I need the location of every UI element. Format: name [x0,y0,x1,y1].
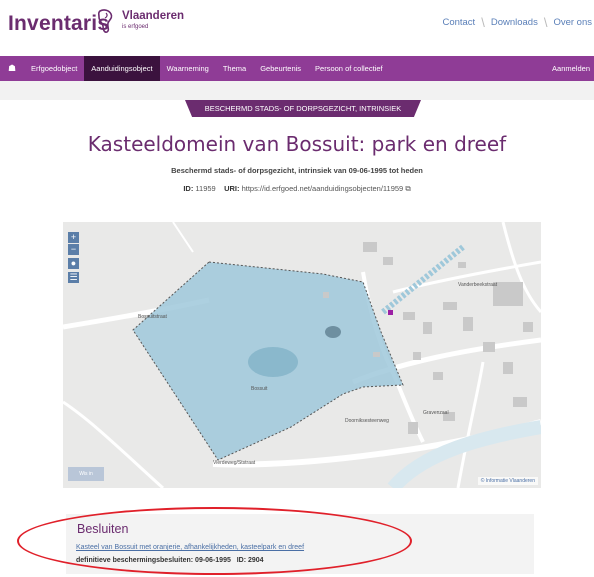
top-links: Contact \ Downloads \ Over ons [442,15,592,30]
zoom-out-button[interactable]: − [68,244,79,255]
besluiten-panel: Besluiten Kasteel van Bossuit met oranje… [66,514,534,574]
map-label-street: Vanderbeekstraat [458,282,498,288]
map-label-street: Bossuitstraat [138,314,167,320]
nav-item-persoon[interactable]: Persoon of collectief [308,56,390,81]
besluit-info-label: definitieve beschermingsbesluiten: [76,557,194,564]
main-nav: ☗ Erfgoedobject Aanduidingsobject Waarne… [0,56,594,81]
contact-link[interactable]: Contact [442,17,475,28]
nav-item-thema[interactable]: Thema [216,56,253,81]
besluit-info: definitieve beschermingsbesluiten: 09-06… [76,557,264,564]
besluit-id-label: ID: [236,557,247,564]
map-bottom-button[interactable]: Wis in [68,467,104,481]
map-label-street: Vierdeweg/Ststraat [213,460,256,466]
login-link[interactable]: Aanmelden [552,56,590,81]
home-icon[interactable]: ☗ [0,63,24,74]
besluit-id: 2904 [248,557,264,564]
id-label: ID: [183,184,194,193]
map-canvas [63,222,541,488]
besluiten-heading: Besluiten [77,522,129,536]
page-title: Kasteeldomein van Bossuit: park en dreef [87,132,507,156]
divider: \ [481,15,485,30]
zoom-in-button[interactable]: + [68,232,79,243]
nav-item-erfgoedobject[interactable]: Erfgoedobject [24,56,84,81]
page-subtitle: Beschermd stads- of dorpsgezicht, intrin… [171,166,423,175]
map-label-place: Bossuit [251,386,268,392]
map-label-street: Gravenzaal [423,410,449,416]
lion-logo-icon [97,9,113,33]
type-ribbon: BESCHERMD STADS- OF DORPSGEZICHT, INTRIN… [185,100,421,117]
logo-subtitle: is erfgoed [122,24,149,30]
id-value: 11959 [195,184,216,193]
nav-item-gebeurtenis[interactable]: Gebeurtenis [253,56,308,81]
map-view[interactable]: Bossuitstraat Bossuit Vierdeweg/Ststraat… [63,222,541,488]
nav-item-aanduidingsobject[interactable]: Aanduidingsobject [84,56,160,81]
uri-value[interactable]: https://id.erfgoed.net/aanduidingsobject… [242,184,404,193]
globe-icon[interactable]: ● [68,258,79,269]
layers-icon[interactable]: ☰ [68,272,79,283]
content-band [0,81,594,100]
map-label-street: Doorniksesteenweg [345,418,389,424]
copy-icon[interactable]: ⧉ [405,184,410,193]
besluit-date: 09-06-1995 [195,557,231,564]
uri-label: URI: [224,184,240,193]
over-ons-link[interactable]: Over ons [553,17,592,28]
id-line: ID: 11959 URI: https://id.erfgoed.net/aa… [0,184,594,194]
nav-item-waarneming[interactable]: Waarneming [160,56,216,81]
top-header: Inventaris Vlaanderen is erfgoed Contact… [0,0,594,50]
divider: \ [543,15,548,30]
downloads-link[interactable]: Downloads [491,17,538,28]
besluit-link[interactable]: Kasteel van Bossuit met oranjerie, afhan… [76,544,304,551]
logo-name: Vlaanderen [122,10,184,22]
map-attribution[interactable]: © Informatie Vlaanderen [477,477,538,485]
